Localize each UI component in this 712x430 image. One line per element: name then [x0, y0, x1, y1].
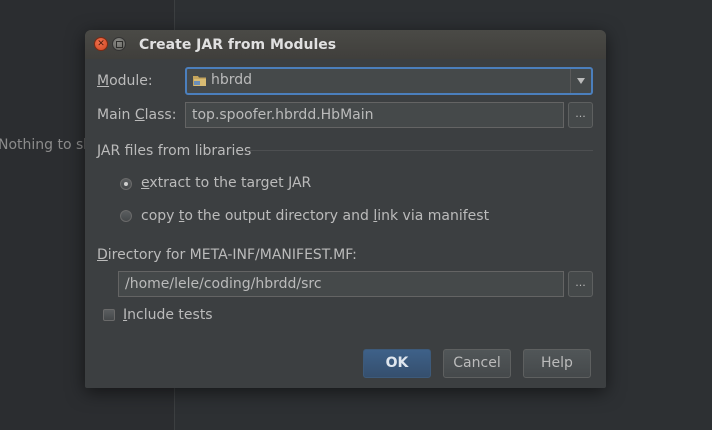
dialog-titlebar[interactable]: ✕ Create JAR from Modules — [85, 30, 606, 59]
module-value: hbrdd — [211, 72, 253, 88]
dialog-title: Create JAR from Modules — [139, 37, 337, 53]
main-class-label: Main Class: — [97, 107, 177, 123]
extract-radio[interactable] — [120, 178, 132, 190]
manifest-browse-button[interactable]: ... — [568, 271, 593, 297]
libraries-section-title: JAR files from libraries — [97, 143, 252, 159]
minimize-icon — [115, 40, 123, 48]
empty-panel-text: Nothing to sh — [0, 137, 93, 153]
minimize-button[interactable] — [112, 37, 126, 51]
include-tests-checkbox[interactable] — [103, 309, 115, 321]
copy-radio[interactable] — [120, 210, 132, 222]
close-button[interactable]: ✕ — [94, 37, 108, 51]
manifest-directory-field[interactable]: /home/lele/coding/hbrdd/src — [118, 271, 564, 297]
extract-option-label[interactable]: extract to the target JAR — [141, 175, 311, 191]
help-button[interactable]: Help — [523, 349, 591, 378]
copy-option-label[interactable]: copy to the output directory and link vi… — [141, 208, 489, 224]
manifest-directory-label: Directory for META-INF/MANIFEST.MF: — [97, 247, 357, 263]
module-select[interactable]: hbrdd — [185, 67, 593, 95]
main-class-field[interactable]: top.spoofer.hbrdd.HbMain — [185, 102, 564, 128]
chevron-down-icon — [577, 78, 585, 84]
module-folder-icon — [193, 76, 206, 86]
module-dropdown-button[interactable] — [570, 69, 591, 93]
module-label: Module: — [97, 73, 153, 89]
section-divider — [247, 150, 593, 151]
close-icon: ✕ — [97, 39, 105, 49]
create-jar-dialog: ✕ Create JAR from Modules Module: hbrdd … — [85, 30, 606, 388]
radio-selected-dot — [124, 182, 128, 186]
main-class-browse-button[interactable]: ... — [568, 102, 593, 128]
cancel-button[interactable]: Cancel — [443, 349, 511, 378]
ok-button[interactable]: OK — [363, 349, 431, 378]
include-tests-label[interactable]: Include tests — [123, 307, 213, 323]
